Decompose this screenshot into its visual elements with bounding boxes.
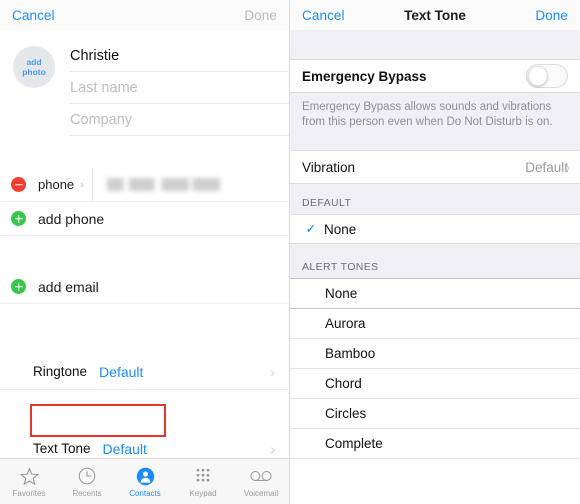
add-email-label: add email — [38, 278, 99, 295]
add-phone-label: add phone — [38, 210, 105, 227]
left-navbar: Cancel Done — [0, 0, 289, 30]
done-button[interactable]: Done — [244, 8, 277, 23]
clock-icon — [77, 465, 97, 487]
default-section-header: DEFAULT — [290, 184, 580, 214]
contact-header: add photo Christie Last name Company — [0, 30, 289, 136]
list-item[interactable]: Bamboo — [290, 339, 580, 369]
tab-bar: Favorites Recents Contacts Keypad Voicem… — [0, 458, 289, 504]
chevron-right-icon[interactable]: › — [270, 364, 275, 380]
plus-bar-v — [17, 214, 20, 223]
first-name-field[interactable]: Christie — [70, 40, 289, 72]
default-none-label: None — [324, 221, 357, 237]
voicemail-icon — [249, 465, 273, 487]
toggle-knob — [528, 66, 548, 86]
spacer-after-name — [0, 136, 289, 168]
chevron-right-icon[interactable]: › — [80, 179, 84, 191]
cancel-button[interactable]: Cancel — [12, 8, 55, 23]
right-navbar: Cancel Text Tone Done — [290, 0, 580, 30]
tab-contacts[interactable]: Contacts — [116, 465, 174, 498]
tab-keypad[interactable]: Keypad — [174, 465, 232, 498]
list-item[interactable]: None — [290, 279, 580, 309]
chevron-right-icon[interactable]: › — [270, 441, 275, 457]
list-item[interactable]: Aurora — [290, 309, 580, 339]
last-name-field[interactable]: Last name — [70, 72, 289, 104]
tab-voicemail[interactable]: Voicemail — [232, 465, 289, 498]
list-item[interactable]: Chord — [290, 369, 580, 399]
add-photo-line1: add — [26, 57, 42, 67]
company-field[interactable]: Company — [70, 104, 289, 136]
tab-label: Recents — [72, 489, 102, 498]
name-fields: Christie Last name Company — [70, 40, 289, 136]
phone-label: phone — [38, 177, 75, 192]
contacts-icon — [135, 465, 156, 487]
add-photo-avatar[interactable]: add photo — [13, 46, 55, 88]
tab-label: Contacts — [129, 489, 161, 498]
group-spacer — [290, 140, 580, 150]
add-email-row[interactable]: add email — [0, 270, 289, 304]
checkmark-icon: ✓ — [305, 221, 317, 236]
text-tone-screen: Cancel Text Tone Done Emergency Bypass E… — [290, 0, 580, 504]
phone-row[interactable]: phone › — [0, 168, 289, 202]
tab-label: Voicemail — [243, 489, 279, 498]
ringtone-value: Default — [99, 363, 144, 380]
ringtone-row[interactable]: Ringtone Default › — [0, 354, 289, 390]
emergency-bypass-label: Emergency Bypass — [302, 68, 427, 84]
tab-recents[interactable]: Recents — [58, 465, 116, 498]
vibration-row[interactable]: Vibration Default › — [290, 150, 580, 184]
tab-label: Keypad — [189, 489, 217, 498]
add-photo-line2: photo — [22, 67, 46, 77]
list-item[interactable]: Complete — [290, 429, 580, 459]
add-icon[interactable] — [11, 279, 26, 294]
row-divider — [91, 168, 93, 201]
page-title: Text Tone — [404, 7, 466, 23]
chevron-right-icon[interactable]: › — [565, 159, 570, 175]
keypad-icon — [193, 465, 213, 487]
tab-label: Favorites — [12, 489, 46, 498]
edit-contact-screen: Cancel Done add photo Christie Last name… — [0, 0, 290, 504]
alert-tones-section-header: ALERT TONES — [290, 244, 580, 278]
list-item[interactable]: Circles — [290, 399, 580, 429]
vibration-label: Vibration — [302, 159, 356, 175]
remove-icon[interactable] — [11, 177, 26, 192]
emergency-bypass-toggle[interactable] — [526, 64, 568, 88]
top-group-spacer — [290, 30, 580, 59]
alert-tones-list: None Aurora Bamboo Chord Circles Complet… — [290, 278, 580, 459]
default-none-row[interactable]: ✓ None — [290, 214, 580, 244]
vibration-value: Default — [525, 159, 568, 175]
dual-screenshot: Cancel Done add photo Christie Last name… — [0, 0, 580, 504]
phone-number-redacted[interactable] — [106, 178, 289, 191]
star-icon — [19, 465, 40, 487]
ringtone-label: Ringtone — [33, 364, 88, 379]
spacer-between-tones — [0, 390, 289, 431]
spacer-after-email — [0, 304, 289, 354]
add-phone-row[interactable]: add phone — [0, 202, 289, 236]
spacer-after-phone — [0, 236, 289, 270]
emergency-bypass-footnote: Emergency Bypass allows sounds and vibra… — [290, 93, 580, 140]
minus-bar — [14, 183, 23, 186]
tab-favorites[interactable]: Favorites — [0, 465, 58, 498]
plus-bar-v — [17, 282, 20, 291]
emergency-bypass-row[interactable]: Emergency Bypass — [290, 59, 580, 93]
text-tone-label: Text Tone — [33, 441, 91, 456]
text-tone-value: Default — [102, 440, 147, 457]
add-icon[interactable] — [11, 211, 26, 226]
